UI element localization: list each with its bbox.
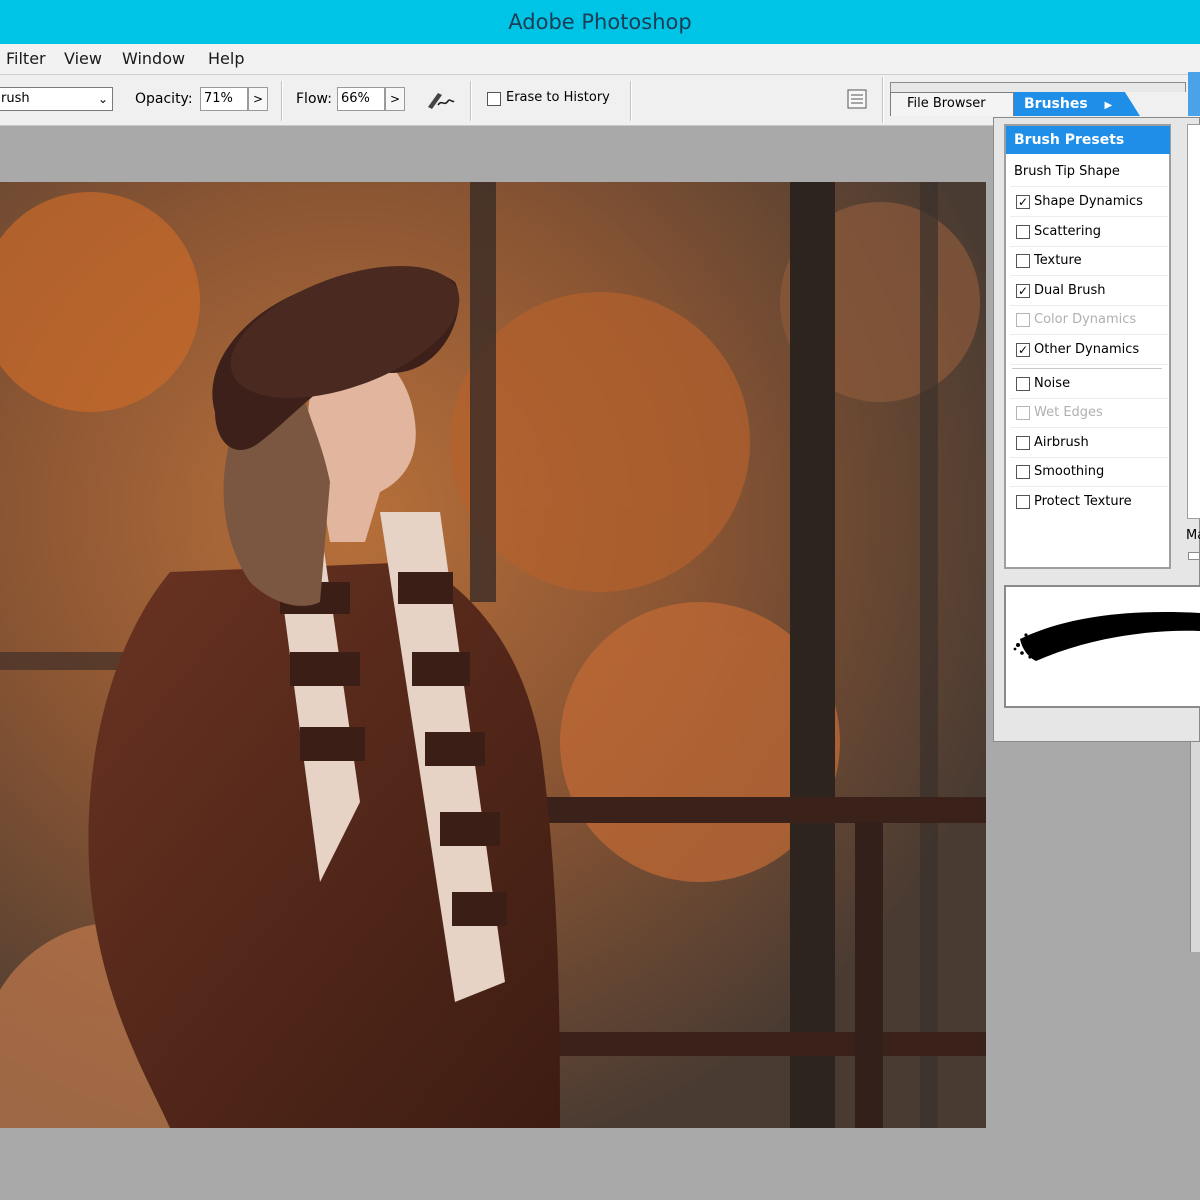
option-protect-texture[interactable]: Protect Texture — [1010, 488, 1168, 516]
window-title: Adobe Photoshop — [508, 10, 692, 34]
palette-well-edge — [1188, 72, 1200, 116]
option-noise[interactable]: Noise — [1010, 370, 1168, 399]
brush-tip-shape-label: Brush Tip Shape — [1014, 164, 1120, 179]
noise-label: Noise — [1034, 376, 1071, 391]
brush-stroke-preview — [1004, 585, 1200, 708]
toolbar-divider — [882, 77, 884, 123]
tool-preset-dropdown[interactable]: rush ⌄ — [0, 87, 113, 111]
opacity-field[interactable]: 71% — [200, 87, 248, 111]
airbrush-checkbox[interactable] — [1016, 436, 1030, 450]
flow-label: Flow: — [296, 91, 332, 107]
option-airbrush[interactable]: Airbrush — [1010, 429, 1168, 458]
smoothing-label: Smoothing — [1034, 464, 1105, 479]
opacity-slider-button[interactable]: > — [248, 87, 268, 111]
option-scattering[interactable]: Scattering — [1010, 218, 1168, 247]
option-shape-dynamics[interactable]: ✓ Shape Dynamics — [1010, 188, 1168, 217]
tab-file-browser-label: File Browser — [907, 96, 986, 111]
menu-window[interactable]: Window — [122, 49, 185, 68]
airbrush-icon[interactable] — [424, 85, 456, 113]
menu-view[interactable]: View — [64, 49, 102, 68]
tab-brushes-label: Brushes — [1024, 96, 1088, 112]
wet-edges-label: Wet Edges — [1034, 405, 1103, 420]
noise-checkbox[interactable] — [1016, 377, 1030, 391]
dual-brush-checkbox[interactable]: ✓ — [1016, 284, 1030, 298]
erase-to-history-label: Erase to History — [506, 90, 610, 105]
document-canvas[interactable] — [0, 182, 986, 1128]
shape-dynamics-checkbox[interactable]: ✓ — [1016, 195, 1030, 209]
other-dynamics-label: Other Dynamics — [1034, 342, 1140, 357]
palette-well — [890, 82, 1186, 92]
chevron-down-icon: ⌄ — [97, 92, 108, 106]
list-divider — [1012, 368, 1162, 369]
dual-brush-label: Dual Brush — [1034, 283, 1106, 298]
airbrush-label: Airbrush — [1034, 435, 1089, 450]
option-smoothing[interactable]: Smoothing — [1010, 458, 1168, 487]
scattering-label: Scattering — [1034, 224, 1102, 239]
tool-preset-value: rush — [1, 91, 30, 106]
toolbar-divider — [630, 81, 632, 121]
brush-tip-shape-row[interactable]: Brush Tip Shape — [1010, 158, 1168, 187]
smoothing-checkbox[interactable] — [1016, 465, 1030, 479]
shape-dynamics-label: Shape Dynamics — [1034, 194, 1143, 209]
option-color-dynamics: Color Dynamics — [1010, 306, 1168, 335]
toolbar-divider — [281, 81, 283, 121]
wet-edges-checkbox — [1016, 406, 1030, 420]
option-wet-edges: Wet Edges — [1010, 399, 1168, 428]
flow-slider-button[interactable]: > — [385, 87, 405, 111]
opacity-label: Opacity: — [135, 91, 193, 107]
slider-track[interactable] — [1188, 552, 1200, 560]
brush-presets-header[interactable]: Brush Presets — [1006, 126, 1170, 154]
option-dual-brush[interactable]: ✓ Dual Brush — [1010, 277, 1168, 306]
play-icon: ▶ — [1104, 100, 1113, 111]
toolbar-divider — [470, 81, 472, 121]
tab-file-browser[interactable]: File Browser — [890, 92, 1014, 116]
protect-texture-checkbox[interactable] — [1016, 495, 1030, 509]
menu-bar: Filter View Window Help — [0, 44, 1200, 75]
other-dynamics-checkbox[interactable]: ✓ — [1016, 343, 1030, 357]
brush-stroke-icon — [1013, 612, 1200, 661]
chevron-right-icon: > — [252, 92, 264, 106]
color-dynamics-label: Color Dynamics — [1034, 312, 1137, 327]
menu-help[interactable]: Help — [208, 49, 244, 68]
title-bar: Adobe Photoshop — [0, 0, 1200, 44]
menu-filter[interactable]: Filter — [6, 49, 46, 68]
option-other-dynamics[interactable]: ✓ Other Dynamics — [1010, 336, 1168, 365]
flow-field[interactable]: 66% — [337, 87, 385, 111]
tab-brushes[interactable]: Brushes ▶ — [1014, 92, 1140, 116]
texture-checkbox[interactable] — [1016, 254, 1030, 268]
palette-menu-icon[interactable] — [846, 88, 868, 110]
color-dynamics-checkbox — [1016, 313, 1030, 327]
texture-label: Texture — [1034, 253, 1082, 268]
photo-image — [0, 182, 986, 1128]
protect-texture-label: Protect Texture — [1034, 494, 1132, 509]
erase-to-history-checkbox[interactable] — [487, 92, 501, 106]
side-label: Ma — [1186, 528, 1200, 543]
brush-settings-pane-edge — [1187, 124, 1200, 519]
scattering-checkbox[interactable] — [1016, 225, 1030, 239]
option-texture[interactable]: Texture — [1010, 247, 1168, 276]
side-panel-edge — [1190, 742, 1200, 952]
chevron-right-icon: > — [389, 92, 401, 106]
